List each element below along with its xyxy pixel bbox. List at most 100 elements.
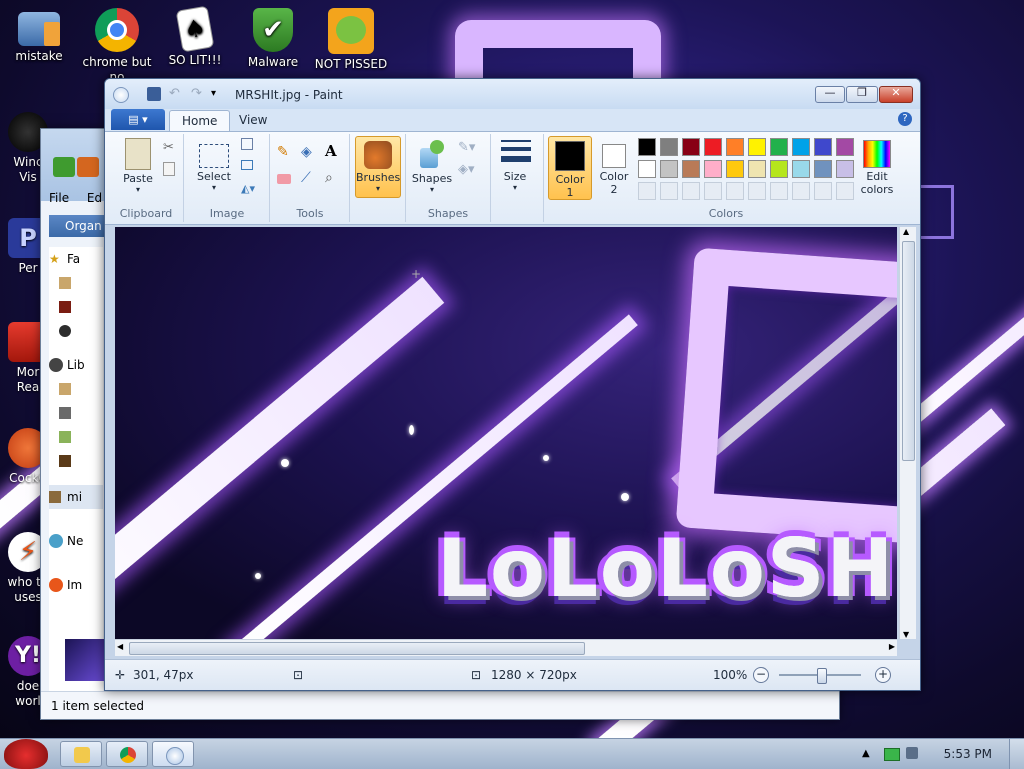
size-button[interactable]: Size ▾	[497, 136, 533, 192]
nav-libraries[interactable]: Lib	[49, 353, 103, 377]
nav-item[interactable]	[49, 425, 103, 449]
palette-swatch[interactable]	[660, 182, 678, 200]
zoom-in-button[interactable]: +	[875, 667, 891, 683]
cut-icon[interactable]: ✂	[163, 140, 179, 156]
desktop-icon-malware[interactable]: ✔ Malware	[234, 8, 312, 70]
file-thumbnail[interactable]	[65, 639, 105, 681]
desktop-icon-not-pissed[interactable]: NOT PISSED	[312, 8, 390, 72]
palette-swatch[interactable]	[770, 182, 788, 200]
outline-icon[interactable]: ✎▾	[458, 140, 475, 156]
nav-homegroup[interactable]: mi	[49, 485, 103, 509]
nav-favorites[interactable]: ★ Fa	[49, 247, 103, 271]
show-desktop-button[interactable]	[1009, 739, 1024, 769]
paint-menu-button[interactable]: ▤ ▾	[111, 109, 165, 130]
palette-swatch[interactable]	[726, 138, 744, 156]
text-icon[interactable]: A	[325, 142, 341, 160]
help-icon[interactable]: ?	[898, 112, 912, 126]
undo-icon[interactable]: ↶	[169, 87, 183, 101]
fill-icon[interactable]: ◈▾	[458, 162, 475, 178]
tab-view[interactable]: View	[227, 110, 279, 131]
copy-icon[interactable]	[163, 162, 175, 176]
organize-button[interactable]: Organ	[49, 215, 105, 237]
palette-swatch[interactable]	[660, 160, 678, 178]
palette-swatch[interactable]	[792, 160, 810, 178]
battery-icon[interactable]	[884, 748, 900, 761]
palette-swatch[interactable]	[660, 138, 678, 156]
vertical-scrollbar[interactable]: ▲ ▼	[899, 227, 916, 639]
scroll-up-icon[interactable]: ▲	[903, 227, 909, 236]
taskbar-chrome-button[interactable]	[106, 741, 148, 767]
save-icon[interactable]	[147, 87, 161, 101]
image-canvas[interactable]: + LoLoLoSH	[115, 227, 897, 639]
rotate-icon[interactable]: ◭▾	[241, 182, 257, 198]
forward-arrow-icon[interactable]	[77, 157, 99, 177]
scroll-left-icon[interactable]: ◀	[117, 642, 123, 651]
eraser-icon[interactable]	[277, 174, 291, 184]
clock[interactable]: 5:53 PM	[944, 747, 992, 761]
desktop-icon-chrome[interactable]: chrome but no	[78, 8, 156, 84]
menu-edit[interactable]: Ed	[87, 191, 102, 205]
palette-swatch[interactable]	[814, 160, 832, 178]
desktop-icon-solitaire[interactable]: ♠ SO LIT!!!	[156, 5, 234, 68]
palette-swatch[interactable]	[638, 182, 656, 200]
vertical-scroll-thumb[interactable]	[902, 241, 915, 461]
horizontal-scrollbar[interactable]: ◀ ▶	[115, 639, 897, 656]
zoom-out-button[interactable]: −	[753, 667, 769, 683]
color1-button[interactable]: Color 1	[548, 136, 592, 200]
edit-colors-button[interactable]: Edit colors	[852, 140, 902, 196]
redo-icon[interactable]: ↷	[191, 87, 205, 101]
palette-swatch[interactable]	[704, 182, 722, 200]
horizontal-scroll-thumb[interactable]	[129, 642, 585, 655]
crop-icon[interactable]	[241, 138, 253, 150]
palette-swatch[interactable]	[726, 182, 744, 200]
minimize-button[interactable]: —	[815, 86, 845, 103]
nav-item[interactable]	[49, 271, 103, 295]
close-button[interactable]: ✕	[879, 86, 913, 103]
palette-swatch[interactable]	[748, 182, 766, 200]
color-picker-icon[interactable]: ⟋	[301, 170, 317, 186]
palette-swatch[interactable]	[792, 138, 810, 156]
magnifier-icon[interactable]: ⌕	[325, 170, 341, 186]
menu-file[interactable]: File	[49, 191, 69, 205]
paste-button[interactable]: Paste ▾	[117, 138, 159, 194]
nav-item[interactable]	[49, 295, 103, 319]
palette-swatch[interactable]	[726, 160, 744, 178]
palette-swatch[interactable]	[638, 138, 656, 156]
palette-swatch[interactable]	[770, 160, 788, 178]
fill-bucket-icon[interactable]: ◈	[301, 144, 317, 160]
palette-swatch[interactable]	[682, 182, 700, 200]
palette-swatch[interactable]	[748, 138, 766, 156]
tab-home[interactable]: Home	[169, 110, 231, 132]
palette-swatch[interactable]	[814, 138, 832, 156]
scroll-down-icon[interactable]: ▼	[903, 630, 909, 639]
paint-window[interactable]: ↶ ↷ ▾ MRSHIt.jpg - Paint — ❐ ✕ ▤ ▾ Home …	[104, 78, 921, 691]
palette-swatch[interactable]	[792, 182, 810, 200]
brushes-button[interactable]: Brushes ▾	[355, 136, 401, 198]
select-button[interactable]: Select ▾	[193, 138, 235, 192]
desktop-icon-mistake[interactable]: mistake	[0, 8, 78, 64]
title-bar[interactable]: ↶ ↷ ▾ MRSHIt.jpg - Paint — ❐ ✕	[105, 79, 920, 109]
network-icon[interactable]	[906, 747, 918, 759]
nav-network[interactable]: Ne	[49, 529, 103, 553]
nav-item[interactable]	[49, 319, 103, 343]
nav-item[interactable]	[49, 377, 103, 401]
zoom-slider-knob[interactable]	[817, 668, 827, 684]
palette-swatch[interactable]	[682, 160, 700, 178]
start-button-angry-bird-icon[interactable]	[4, 739, 48, 769]
palette-swatch[interactable]	[682, 138, 700, 156]
scroll-right-icon[interactable]: ▶	[889, 642, 895, 651]
color2-button[interactable]: Color 2	[594, 136, 634, 196]
show-hidden-icons-chevron-icon[interactable]: ▲	[862, 748, 870, 759]
palette-swatch[interactable]	[704, 138, 722, 156]
nav-item[interactable]	[49, 449, 103, 473]
nav-item-im[interactable]: Im	[49, 573, 103, 597]
palette-swatch[interactable]	[748, 160, 766, 178]
shapes-button[interactable]: Shapes ▾	[410, 138, 454, 194]
pencil-icon[interactable]: ✎	[277, 144, 293, 160]
palette-swatch[interactable]	[704, 160, 722, 178]
palette-swatch[interactable]	[814, 182, 832, 200]
palette-swatch[interactable]	[638, 160, 656, 178]
palette-swatch[interactable]	[770, 138, 788, 156]
maximize-button[interactable]: ❐	[846, 86, 878, 103]
back-arrow-icon[interactable]	[53, 157, 75, 177]
